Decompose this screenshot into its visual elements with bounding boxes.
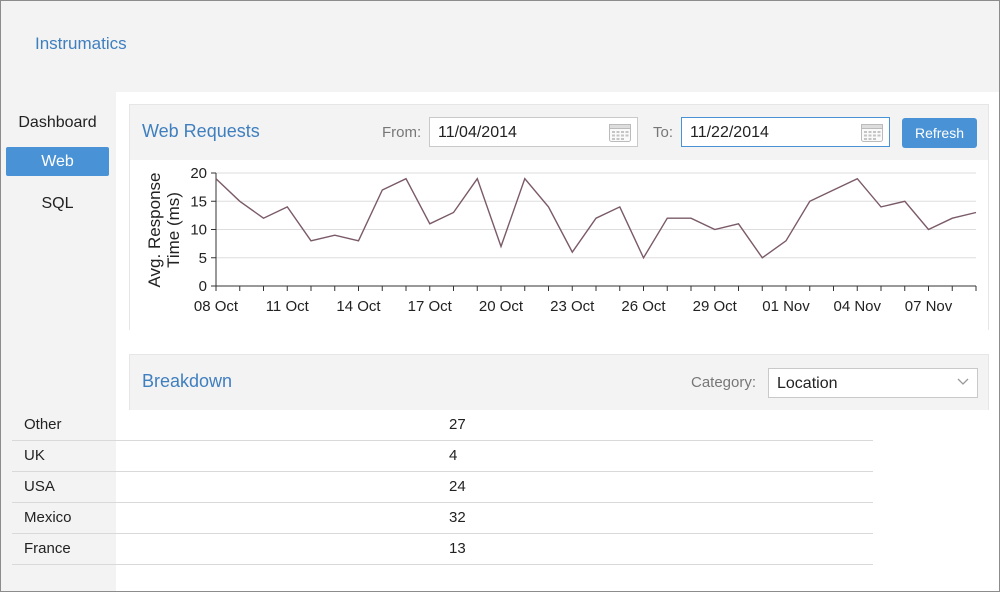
row-value-cell: 4 (449, 440, 873, 472)
x-tick-label: 20 Oct (479, 298, 524, 315)
row-name-cell: Other (12, 409, 449, 441)
breakdown-title: Breakdown (142, 371, 233, 391)
x-tick-label: 07 Nov (905, 298, 953, 315)
series-line (215, 177, 977, 260)
breakdown-table: Other 27 UK 4 USA 24 Mexico 32 France 13 (12, 409, 873, 565)
y-tick-label: 10 (190, 222, 207, 239)
breakdown-header: Breakdown Category: Location (130, 355, 988, 410)
x-tick-label: 01 Nov (762, 298, 810, 315)
sidebar-item-web[interactable]: Web (6, 147, 109, 176)
y-tick-label: 5 (199, 250, 207, 267)
x-tick-label: 04 Nov (833, 298, 881, 315)
x-tick-label: 26 Oct (621, 298, 666, 315)
row-name-cell: France (12, 533, 449, 565)
web-requests-header: Web Requests From: To: (130, 105, 988, 160)
y-tick-label: 0 (199, 278, 207, 295)
table-row: UK 4 (12, 440, 873, 472)
table-row: Mexico 32 (12, 502, 873, 534)
table-row: Other 27 (12, 409, 873, 441)
app-title: Instrumatics (35, 34, 127, 53)
row-value-cell: 13 (449, 533, 873, 565)
sidebar-item-sql[interactable]: SQL (6, 189, 109, 218)
web-requests-panel: Web Requests From: To: (129, 104, 989, 330)
category-label: Category: (691, 374, 757, 391)
x-tick-label: 14 Oct (336, 298, 381, 315)
from-label: From: (382, 124, 422, 141)
calendar-icon[interactable] (861, 123, 883, 142)
from-date-field[interactable] (429, 117, 638, 147)
breakdown-panel: Breakdown Category: Location (129, 354, 989, 410)
response-time-chart: 0 5 10 15 20 08 Oct 11 Oct 14 Oct 17 Oct 20 Oct 23… (130, 160, 988, 330)
y-axis-label: Avg. ResponseTime (ms) (145, 173, 183, 288)
row-value-cell: 32 (449, 502, 873, 534)
x-tick-label: 29 Oct (693, 298, 738, 315)
calendar-icon[interactable] (609, 123, 631, 142)
row-name-cell: UK (12, 440, 449, 472)
y-tick-label: 15 (190, 193, 207, 210)
y-tick-label: 20 (190, 165, 207, 182)
row-name-cell: USA (12, 471, 449, 503)
category-select[interactable]: Location (768, 368, 978, 398)
to-date-input[interactable] (690, 123, 850, 143)
category-select-value: Location (777, 375, 838, 392)
table-row: France 13 (12, 533, 873, 565)
row-value-cell: 27 (449, 409, 873, 441)
to-date-field[interactable] (681, 117, 890, 147)
to-label: To: (653, 124, 674, 141)
x-tick-label: 17 Oct (408, 298, 453, 315)
row-name-cell: Mexico (12, 502, 449, 534)
web-requests-title: Web Requests (142, 121, 260, 141)
x-tick-label: 23 Oct (550, 298, 595, 315)
sidebar-item-dashboard[interactable]: Dashboard (6, 108, 109, 137)
from-date-input[interactable] (438, 123, 598, 143)
table-row: USA 24 (12, 471, 873, 503)
refresh-button[interactable]: Refresh (902, 118, 977, 148)
line-chart: 0 5 10 15 20 08 Oct 11 Oct 14 Oct 17 Oct 20 Oct 23… (145, 165, 977, 315)
x-tick-label: 11 Oct (266, 298, 310, 315)
chevron-down-icon (957, 378, 969, 385)
x-tick-label: 08 Oct (194, 298, 239, 315)
row-value-cell: 24 (449, 471, 873, 503)
